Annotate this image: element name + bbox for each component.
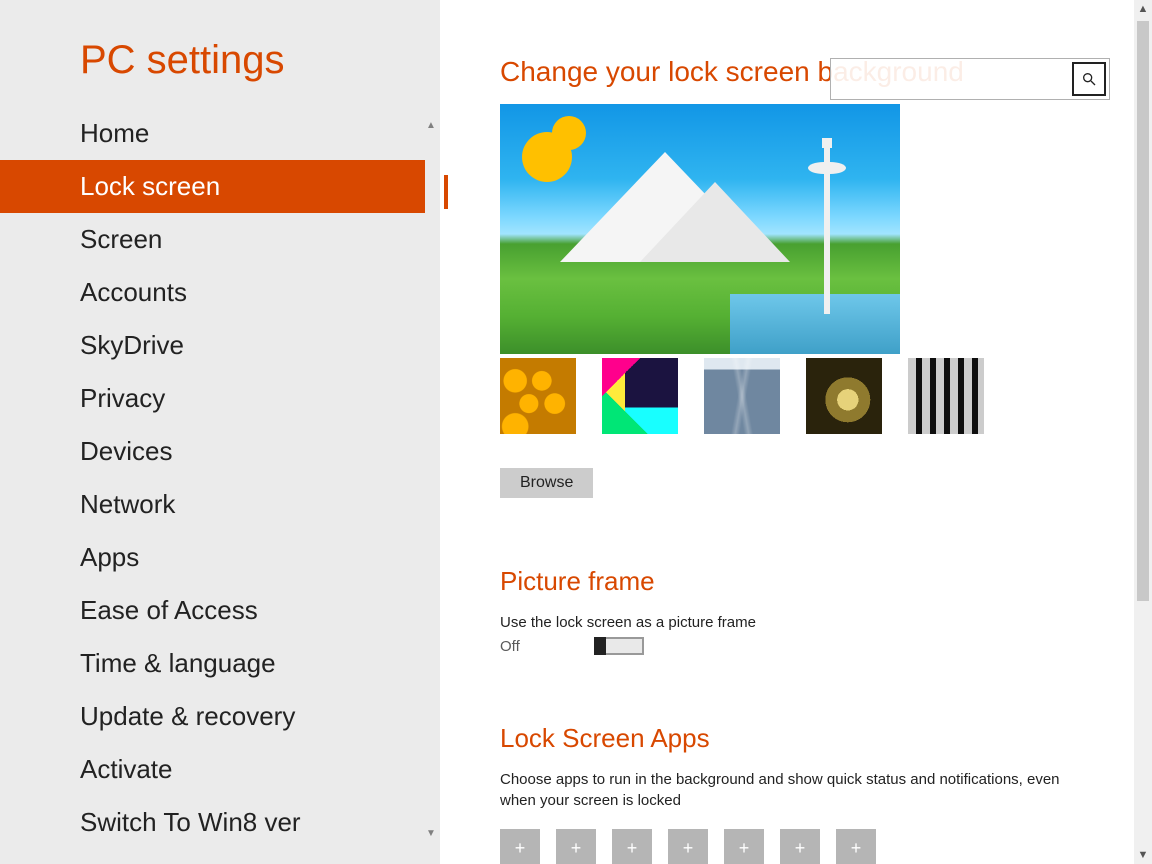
water-icon [730, 294, 900, 354]
plus-icon [851, 838, 862, 859]
lock-app-slot[interactable] [668, 829, 708, 864]
search-input[interactable] [831, 59, 1072, 99]
lock-app-slot[interactable] [836, 829, 876, 864]
toggle-knob-icon [594, 637, 606, 655]
sidebar-scrollbar[interactable]: ▲ ▼ [425, 120, 437, 840]
sidebar-title: PC settings [0, 38, 440, 83]
background-thumbnails [500, 358, 1092, 434]
nav-apps[interactable]: Apps [0, 531, 425, 584]
settings-content: Change your lock screen background Brows… [440, 0, 1152, 864]
lock-app-slot[interactable] [556, 829, 596, 864]
scroll-down-icon[interactable]: ▼ [425, 828, 437, 840]
space-needle-icon [824, 144, 830, 314]
window-scrollbar[interactable]: ▲ ▼ [1134, 0, 1152, 864]
plus-icon [683, 838, 694, 859]
bg-thumb-piano-keys[interactable] [908, 358, 984, 434]
nav-update-recovery[interactable]: Update & recovery [0, 690, 425, 743]
picture-frame-toggle-state: Off [500, 638, 520, 655]
picture-frame-desc: Use the lock screen as a picture frame [500, 613, 1080, 633]
scrollbar-track[interactable] [1134, 18, 1152, 846]
magnifier-icon [1081, 71, 1097, 87]
nav-home[interactable]: Home [0, 107, 425, 160]
nav-lock-screen[interactable]: Lock screen [0, 160, 425, 213]
picture-frame-toggle-row: Off [500, 637, 1092, 655]
picture-frame-toggle[interactable] [594, 637, 644, 655]
lock-app-slot[interactable] [724, 829, 764, 864]
lock-app-slot[interactable] [780, 829, 820, 864]
picture-frame-heading: Picture frame [500, 566, 1092, 597]
bg-thumb-honeycomb[interactable] [500, 358, 576, 434]
bg-thumb-subway[interactable] [704, 358, 780, 434]
nav-skydrive[interactable]: SkyDrive [0, 319, 425, 372]
settings-nav: Home Lock screen Screen Accounts SkyDriv… [0, 107, 425, 849]
nav-accounts[interactable]: Accounts [0, 266, 425, 319]
lock-app-slot[interactable] [500, 829, 540, 864]
plus-icon [515, 838, 526, 859]
nav-switch-win8[interactable]: Switch To Win8 ver [0, 796, 425, 849]
app-root: PC settings Home Lock screen Screen Acco… [0, 0, 1152, 864]
nav-devices[interactable]: Devices [0, 425, 425, 478]
lock-app-slots [500, 829, 1092, 864]
plus-icon [739, 838, 750, 859]
scroll-down-icon[interactable]: ▼ [1134, 846, 1152, 864]
scroll-up-icon[interactable]: ▲ [425, 120, 437, 132]
lock-apps-heading: Lock Screen Apps [500, 723, 1092, 754]
search-button[interactable] [1072, 62, 1106, 96]
lock-app-slot[interactable] [612, 829, 652, 864]
plus-icon [795, 838, 806, 859]
plus-icon [627, 838, 638, 859]
scroll-up-icon[interactable]: ▲ [1134, 0, 1152, 18]
nav-privacy[interactable]: Privacy [0, 372, 425, 425]
search-box [830, 58, 1110, 100]
lockscreen-preview[interactable] [500, 104, 900, 354]
settings-sidebar: PC settings Home Lock screen Screen Acco… [0, 0, 440, 864]
nav-time-language[interactable]: Time & language [0, 637, 425, 690]
lock-apps-desc: Choose apps to run in the background and… [500, 770, 1080, 811]
browse-button[interactable]: Browse [500, 468, 593, 498]
cloud-icon [552, 116, 586, 150]
plus-icon [571, 838, 582, 859]
nav-activate[interactable]: Activate [0, 743, 425, 796]
scrollbar-handle[interactable] [1137, 21, 1149, 601]
nav-screen[interactable]: Screen [0, 213, 425, 266]
nav-network[interactable]: Network [0, 478, 425, 531]
bg-thumb-nautilus[interactable] [806, 358, 882, 434]
bg-thumb-color-blocks[interactable] [602, 358, 678, 434]
nav-ease-of-access[interactable]: Ease of Access [0, 584, 425, 637]
